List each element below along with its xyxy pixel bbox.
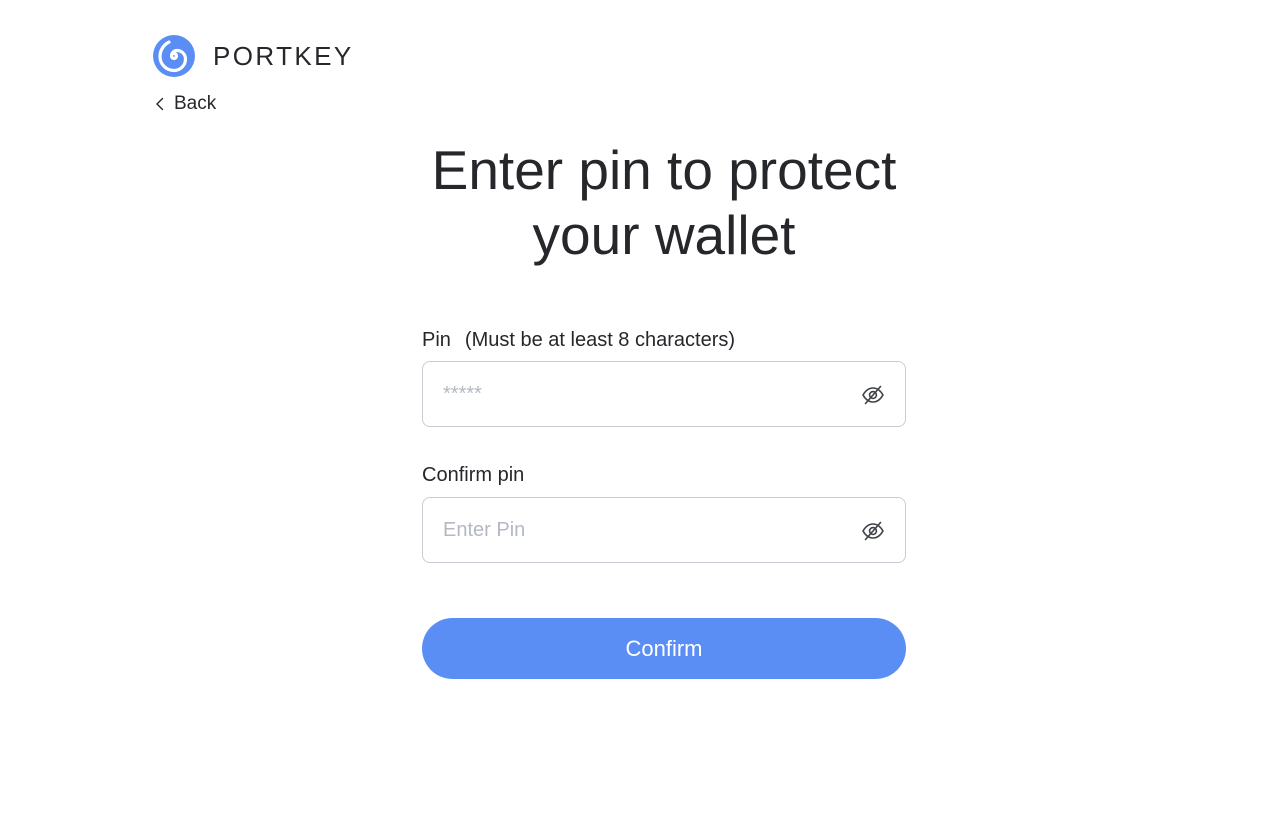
pin-setup-page: PORTKEY Back Enter pin to protect your w… xyxy=(0,0,1264,826)
confirm-pin-visibility-toggle[interactable] xyxy=(861,519,885,543)
pin-visibility-toggle[interactable] xyxy=(861,383,885,407)
pin-input[interactable] xyxy=(443,362,843,426)
pin-hint: (Must be at least 8 characters) xyxy=(464,329,736,351)
back-button[interactable]: Back xyxy=(152,92,216,116)
pin-field xyxy=(422,361,906,427)
pin-label-text: Pin xyxy=(422,329,451,351)
brand-header: PORTKEY xyxy=(152,34,354,78)
pin-label: Pin (Must be at least 8 characters) xyxy=(422,328,735,352)
confirm-pin-field xyxy=(422,497,906,563)
spiral-logo-icon xyxy=(153,35,195,77)
chevron-left-icon xyxy=(156,97,164,111)
page-title-line-1: Enter pin to protect xyxy=(431,139,897,201)
eye-off-icon xyxy=(862,385,884,405)
back-label: Back xyxy=(174,93,217,114)
confirm-button[interactable]: Confirm xyxy=(422,618,906,679)
brand-name: PORTKEY xyxy=(213,41,354,71)
page-title: Enter pin to protect your wallet xyxy=(382,138,946,268)
confirm-pin-input[interactable] xyxy=(443,498,843,562)
confirm-pin-label: Confirm pin xyxy=(422,464,525,486)
eye-off-icon xyxy=(862,521,884,541)
page-title-line-2: your wallet xyxy=(532,204,796,266)
